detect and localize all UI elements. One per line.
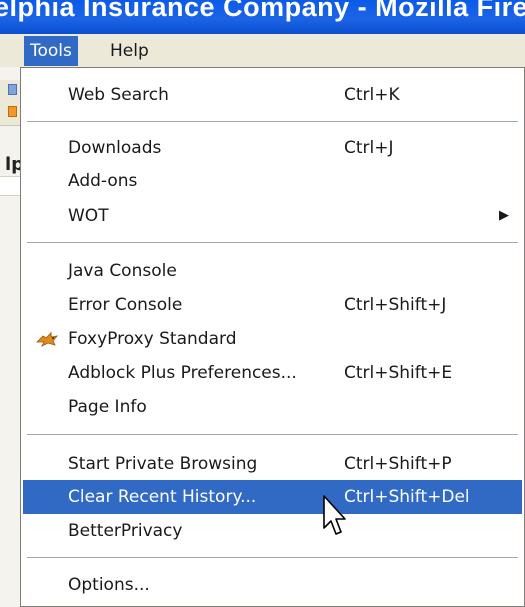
menu-item-wot[interactable]: WOT ▶ [23, 199, 522, 233]
window-title: elphia Insurance Company - Mozilla Firef… [0, 0, 525, 22]
menu-item-options[interactable]: Options... [23, 568, 522, 602]
menu-item-betterprivacy[interactable]: BetterPrivacy [23, 514, 522, 548]
menu-item-shortcut: Ctrl+K [344, 85, 400, 105]
menu-item-shortcut: Ctrl+J [344, 138, 394, 158]
menu-item-label: WOT [68, 206, 109, 226]
menu-item-downloads[interactable]: Downloads Ctrl+J [23, 131, 522, 165]
foxyproxy-fox-icon [36, 331, 58, 347]
menu-item-label: Web Search [68, 85, 169, 105]
menu-item-web-search[interactable]: Web Search Ctrl+K [23, 78, 522, 112]
menu-item-shortcut: Ctrl+Shift+Del [344, 487, 470, 507]
menu-item-label: BetterPrivacy [68, 521, 183, 541]
menu-item-shortcut: Ctrl+Shift+E [344, 363, 453, 383]
menu-item-shortcut: Ctrl+Shift+P [344, 454, 452, 474]
menu-separator [27, 242, 518, 243]
mouse-cursor-icon [323, 495, 346, 535]
menu-item-label: Clear Recent History... [68, 487, 257, 507]
menu-item-private-browsing[interactable]: Start Private Browsing Ctrl+Shift+P [23, 447, 522, 481]
menu-item-label: Error Console [68, 295, 183, 315]
menu-item-label: Java Console [68, 261, 177, 281]
menu-item-label: Add-ons [68, 171, 138, 191]
tools-menu: Web Search Ctrl+K Downloads Ctrl+J Add-o… [20, 67, 525, 607]
menu-separator [27, 121, 518, 122]
toolbar-icon [8, 106, 17, 117]
submenu-arrow-icon: ▶ [499, 208, 509, 223]
menu-item-shortcut: Ctrl+Shift+J [344, 295, 447, 315]
menu-item-foxyproxy[interactable]: FoxyProxy Standard [23, 322, 522, 356]
background-band [0, 176, 22, 196]
menu-item-label: Downloads [68, 138, 162, 158]
menu-item-page-info[interactable]: Page Info [23, 390, 522, 424]
window-title-bar: elphia Insurance Company - Mozilla Firef… [0, 0, 525, 34]
menu-separator [27, 557, 518, 558]
menu-tools[interactable]: Tools [24, 36, 78, 66]
menu-item-error-console[interactable]: Error Console Ctrl+Shift+J [23, 288, 522, 322]
menu-item-addons[interactable]: Add-ons [23, 164, 522, 198]
menu-item-label: Adblock Plus Preferences... [68, 363, 297, 383]
menu-item-label: Start Private Browsing [68, 454, 258, 474]
menu-bar: Tools Help [0, 34, 525, 67]
menu-item-label: FoxyProxy Standard [68, 329, 237, 349]
menu-item-label: Options... [68, 575, 150, 595]
menu-item-java-console[interactable]: Java Console [23, 254, 522, 288]
menu-item-label: Page Info [68, 397, 147, 417]
menu-separator [27, 434, 518, 435]
menu-item-adblock-preferences[interactable]: Adblock Plus Preferences... Ctrl+Shift+E [23, 356, 522, 390]
menu-help[interactable]: Help [104, 36, 155, 66]
menu-item-clear-recent-history[interactable]: Clear Recent History... Ctrl+Shift+Del [23, 480, 522, 514]
toolbar-icon [8, 84, 17, 95]
background-window [0, 67, 22, 607]
